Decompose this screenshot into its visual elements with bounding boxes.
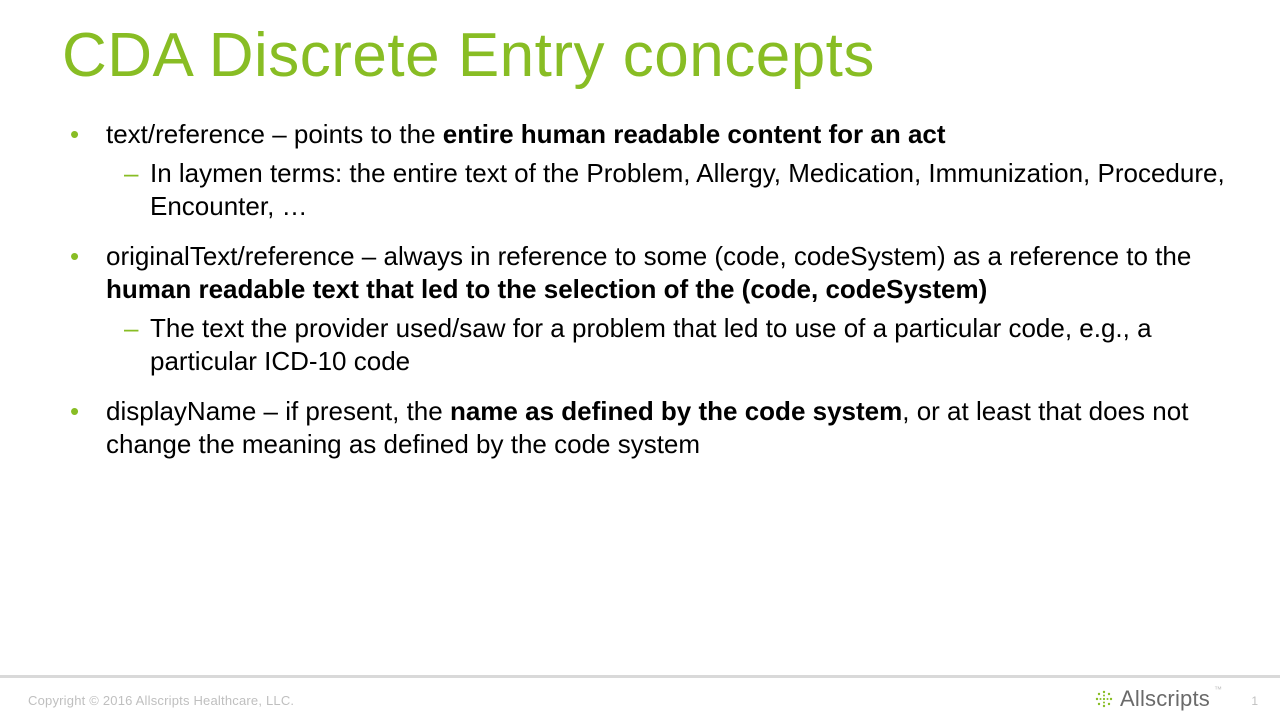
- bullet-list: text/reference – points to the entire hu…: [62, 118, 1230, 461]
- bullet-item: originalText/reference – always in refer…: [62, 240, 1230, 377]
- brand-logo: Allscripts ™: [1094, 686, 1224, 712]
- page-number: 1: [1251, 694, 1258, 708]
- bullet-text-pre: originalText/reference – always in refer…: [106, 241, 1191, 271]
- sub-bullet-list: The text the provider used/saw for a pro…: [106, 312, 1230, 378]
- brand-mark-icon: [1094, 689, 1114, 709]
- slide: CDA Discrete Entry concepts text/referen…: [0, 0, 1280, 720]
- trademark-symbol: ™: [1214, 685, 1222, 694]
- bullet-text-bold: name as defined by the code system: [450, 396, 902, 426]
- sub-bullet-text: The text the provider used/saw for a pro…: [150, 313, 1152, 376]
- copyright-text: Copyright © 2016 Allscripts Healthcare, …: [28, 693, 294, 708]
- bullet-text-bold: human readable text that led to the sele…: [106, 274, 987, 304]
- slide-title: CDA Discrete Entry concepts: [62, 22, 875, 90]
- sub-bullet-item: The text the provider used/saw for a pro…: [106, 312, 1230, 378]
- bullet-text-pre: displayName – if present, the: [106, 396, 450, 426]
- sub-bullet-text: In laymen terms: the entire text of the …: [150, 158, 1225, 221]
- slide-body: text/reference – points to the entire hu…: [62, 118, 1230, 479]
- bullet-text-pre: text/reference – points to the: [106, 119, 443, 149]
- sub-bullet-list: In laymen terms: the entire text of the …: [106, 157, 1230, 223]
- brand-name: Allscripts: [1120, 686, 1210, 712]
- bullet-text-bold: entire human readable content for an act: [443, 119, 946, 149]
- bullet-item: displayName – if present, the name as de…: [62, 395, 1230, 461]
- footer-divider: [0, 675, 1280, 678]
- bullet-item: text/reference – points to the entire hu…: [62, 118, 1230, 222]
- sub-bullet-item: In laymen terms: the entire text of the …: [106, 157, 1230, 223]
